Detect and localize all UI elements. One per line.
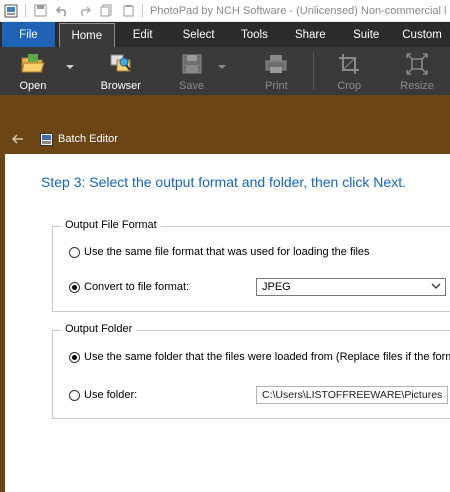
tab-home[interactable]: Home bbox=[58, 23, 115, 47]
open-dropdown-icon[interactable] bbox=[66, 65, 74, 69]
crop-label: Crop bbox=[337, 80, 362, 92]
resize-button[interactable]: Resize bbox=[384, 47, 450, 95]
resize-icon bbox=[403, 51, 431, 77]
open-label: Open bbox=[19, 80, 47, 92]
same-format-label: Use the same file format that was used f… bbox=[84, 246, 370, 258]
browser-button[interactable]: Browser bbox=[82, 47, 160, 95]
copy-icon[interactable] bbox=[95, 0, 117, 22]
printer-icon bbox=[262, 51, 290, 77]
same-format-option[interactable]: Use the same file format that was used f… bbox=[69, 246, 370, 258]
save-dropdown-icon[interactable] bbox=[217, 65, 226, 69]
app-icon bbox=[0, 0, 22, 22]
panel-title: Batch Editor bbox=[58, 133, 118, 145]
folder-path-field[interactable]: C:\Users\LISTOFFREEWARE\Pictures bbox=[256, 386, 448, 404]
redo-icon[interactable] bbox=[73, 0, 95, 22]
same-folder-option[interactable]: Use the same folder that the files were … bbox=[69, 351, 450, 363]
window-title: PhotoPad by NCH Software - (Unlicensed) … bbox=[150, 4, 447, 17]
print-button[interactable]: Print bbox=[240, 47, 314, 95]
tab-share[interactable]: Share bbox=[282, 22, 338, 47]
tab-custom[interactable]: Custom bbox=[394, 22, 450, 47]
output-file-format-group: Output File Format Use the same file for… bbox=[52, 219, 450, 312]
convert-format-label: Convert to file format: bbox=[84, 281, 190, 293]
save-label: Save bbox=[179, 80, 205, 92]
chevron-down-icon bbox=[431, 283, 441, 289]
panel-header: Batch Editor bbox=[0, 95, 450, 154]
output-file-format-legend: Output File Format bbox=[61, 219, 161, 231]
convert-format-radio[interactable] bbox=[69, 281, 80, 293]
quick-access-toolbar bbox=[0, 0, 146, 22]
paste-icon[interactable] bbox=[117, 0, 139, 22]
crop-icon bbox=[335, 51, 363, 77]
tab-suite[interactable]: Suite bbox=[338, 22, 394, 47]
use-folder-option[interactable]: Use folder: bbox=[69, 389, 137, 401]
same-folder-radio[interactable] bbox=[69, 351, 80, 363]
convert-format-option[interactable]: Convert to file format: bbox=[69, 281, 189, 293]
same-folder-label: Use the same folder that the files were … bbox=[84, 351, 450, 363]
ribbon-tabs: File Home Edit Select Tools Share Suite … bbox=[0, 22, 450, 47]
save-icon[interactable] bbox=[29, 0, 51, 22]
browser-icon bbox=[107, 51, 135, 77]
output-folder-legend: Output Folder bbox=[61, 323, 137, 335]
resize-label: Resize bbox=[400, 80, 434, 92]
use-folder-radio[interactable] bbox=[69, 389, 80, 401]
tab-edit[interactable]: Edit bbox=[115, 22, 171, 47]
step-heading: Step 3: Select the output format and fol… bbox=[41, 174, 406, 190]
folder-open-icon bbox=[19, 51, 47, 77]
crop-button[interactable]: Crop bbox=[314, 47, 384, 95]
file-format-select[interactable]: JPEG bbox=[256, 278, 446, 296]
floppy-disk-icon bbox=[178, 51, 206, 77]
browser-label: Browser bbox=[100, 80, 141, 92]
batch-editor-icon bbox=[39, 132, 53, 146]
open-button[interactable]: Open bbox=[0, 47, 74, 95]
tab-select[interactable]: Select bbox=[171, 22, 227, 47]
batch-editor-step-3: Step 3: Select the output format and fol… bbox=[5, 154, 450, 492]
home-toolbar: Open Browser Save Print Crop Resize bbox=[0, 47, 450, 95]
tab-file[interactable]: File bbox=[2, 22, 55, 47]
tab-tools[interactable]: Tools bbox=[227, 22, 283, 47]
file-format-value: JPEG bbox=[262, 281, 291, 293]
undo-icon[interactable] bbox=[51, 0, 73, 22]
output-folder-group: Output Folder Use the same folder that t… bbox=[52, 323, 450, 419]
print-label: Print bbox=[265, 80, 288, 92]
use-folder-label: Use folder: bbox=[84, 389, 138, 401]
title-bar: PhotoPad by NCH Software - (Unlicensed) … bbox=[0, 0, 450, 22]
back-arrow-icon[interactable] bbox=[11, 132, 25, 146]
save-button[interactable]: Save bbox=[160, 47, 226, 95]
same-format-radio[interactable] bbox=[69, 246, 80, 258]
